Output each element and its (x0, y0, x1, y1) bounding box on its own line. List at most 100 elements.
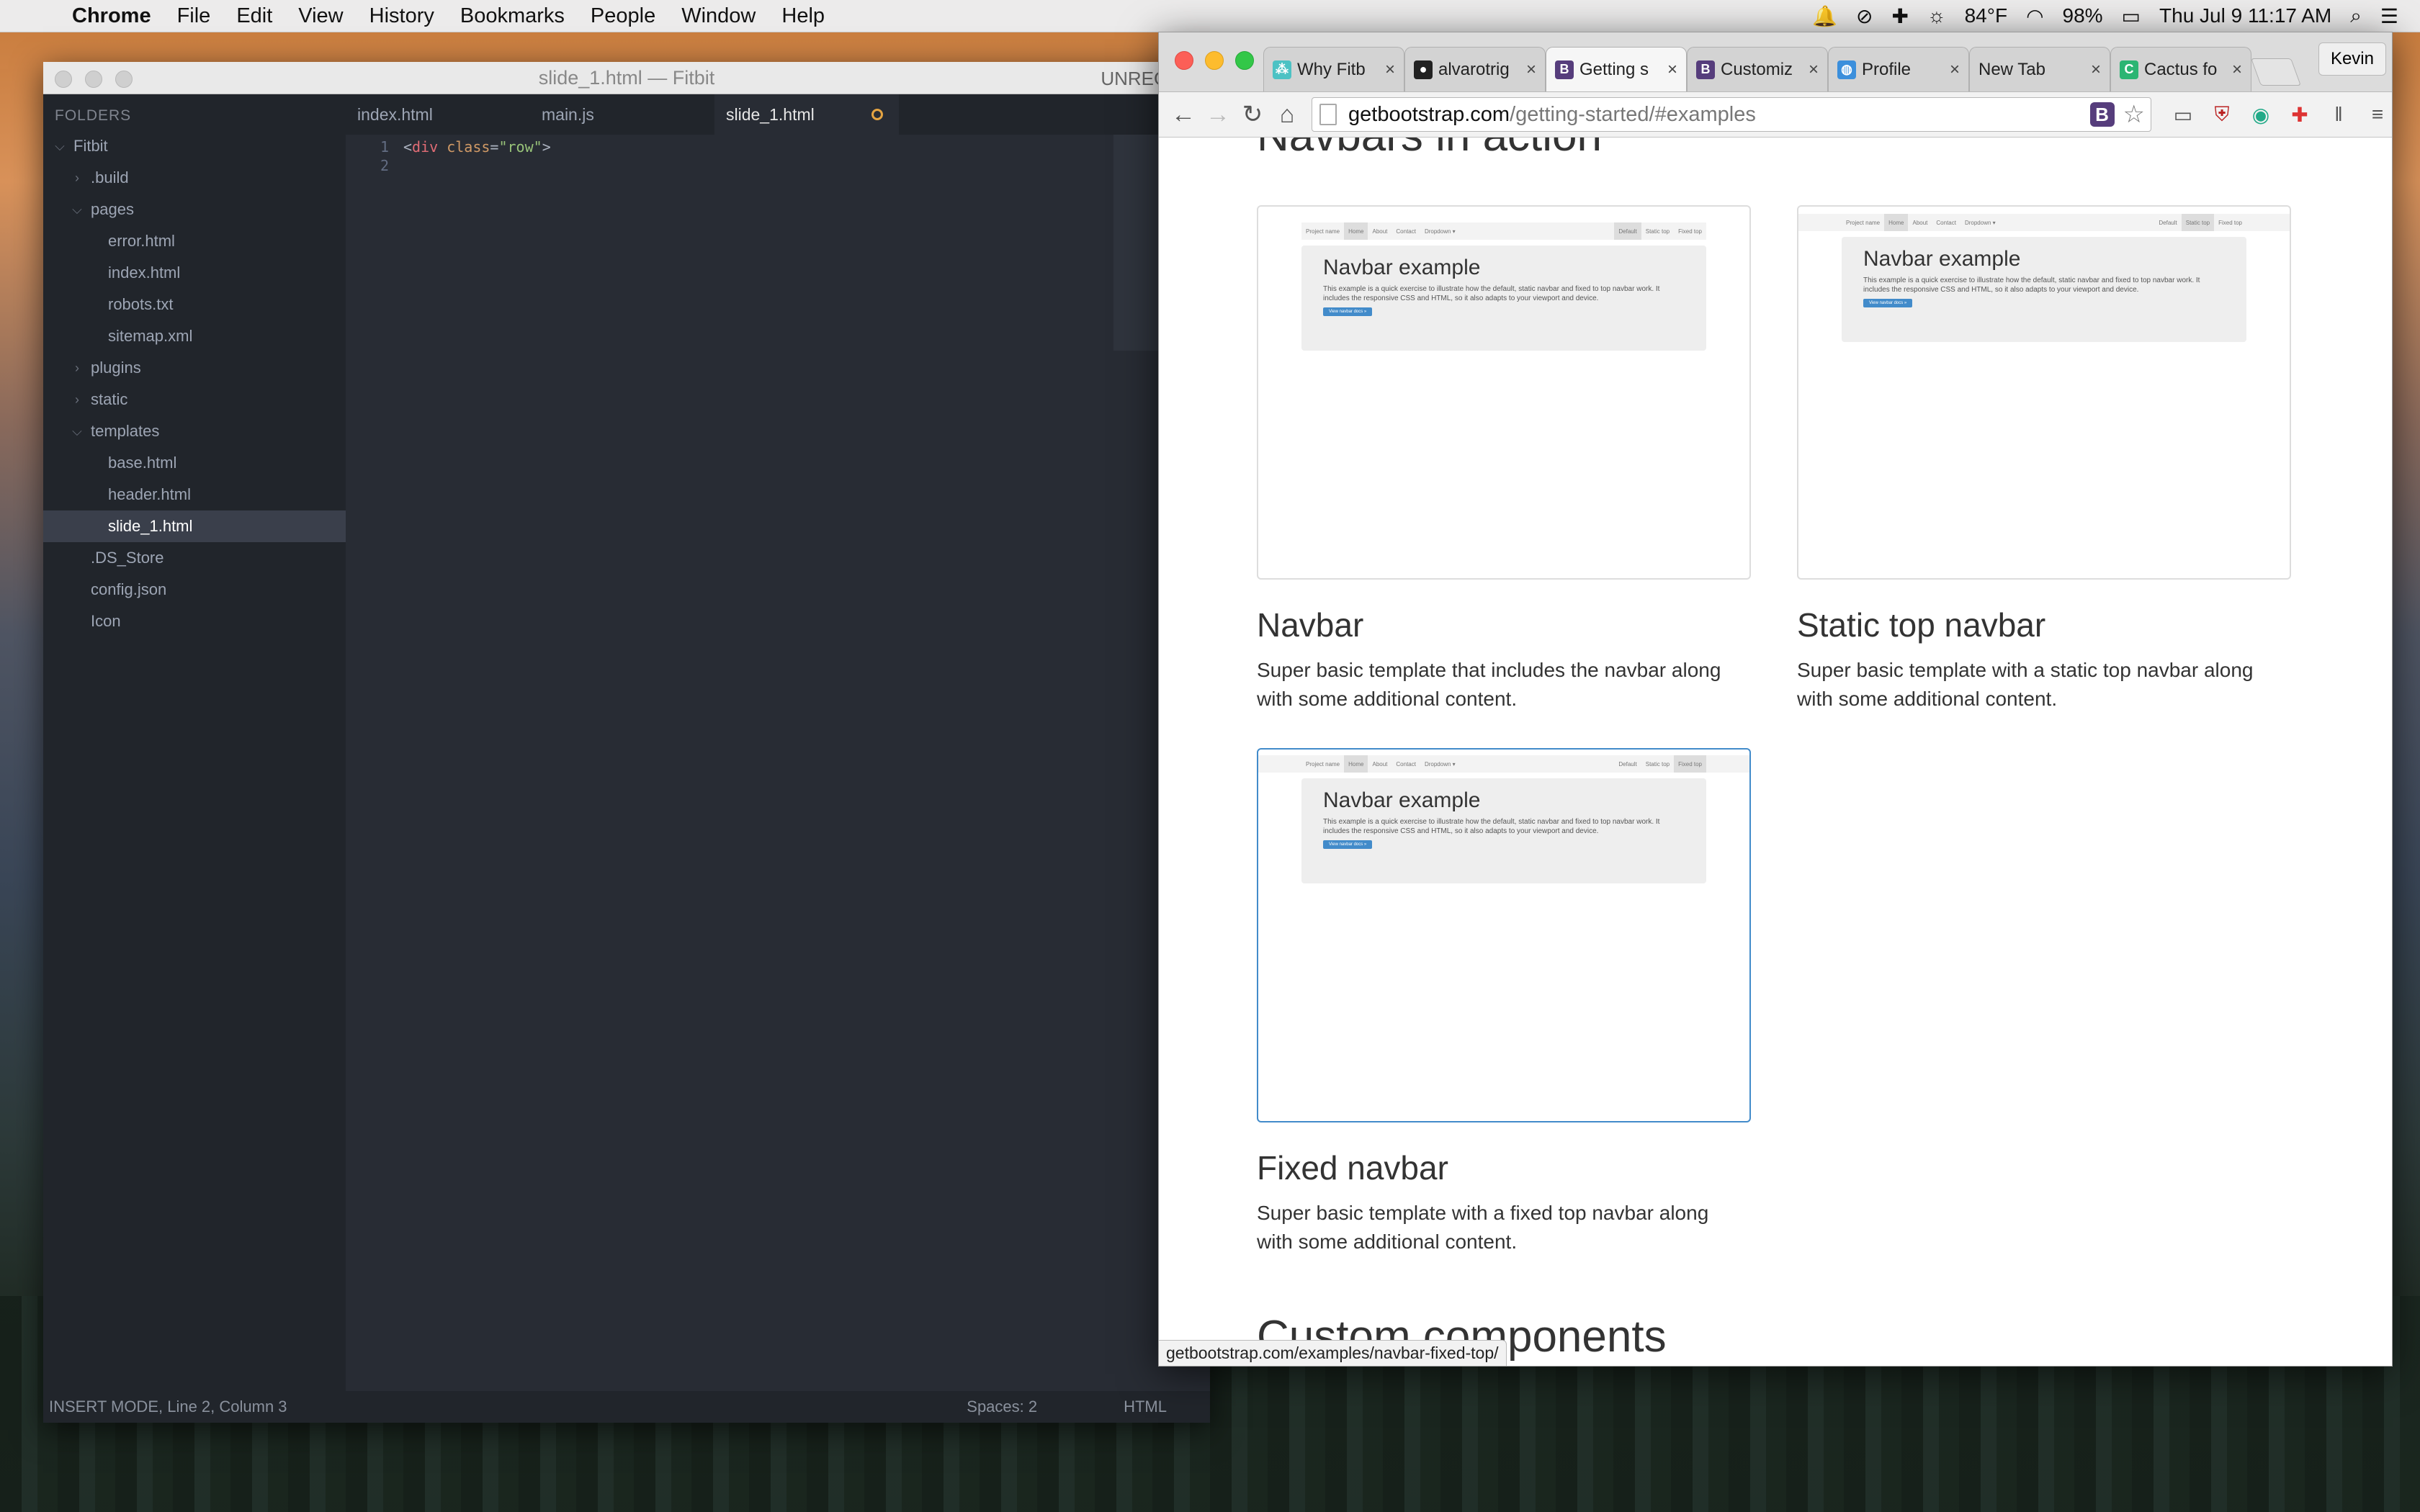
example-thumbnail-navbar[interactable]: Project name Home About Contact Dropdown… (1257, 205, 1751, 580)
profile-button[interactable]: Kevin (2318, 42, 2386, 76)
bookmark-star-icon[interactable]: ☆ (2123, 100, 2145, 129)
menu-edit[interactable]: Edit (223, 4, 285, 28)
extension-bars-icon[interactable]: ‖ (2324, 100, 2353, 129)
example-thumbnail-static-top[interactable]: Project name Home About Contact Dropdown… (1797, 205, 2291, 580)
chevron-right-icon[interactable]: › (69, 392, 85, 408)
minimize-button[interactable] (1205, 51, 1224, 70)
browser-tab[interactable]: B Customiz × (1687, 47, 1828, 91)
menu-app-name[interactable]: Chrome (59, 4, 164, 28)
example-desc-line: with some additional content. (1797, 688, 2058, 710)
example-title[interactable]: Navbar (1257, 606, 1363, 644)
address-bar[interactable]: getbootstrap.com/getting-started/#exampl… (1312, 97, 2151, 132)
zoom-button[interactable] (115, 71, 133, 88)
close-tab-icon[interactable]: × (1385, 60, 1395, 80)
browser-tab[interactable]: C Cactus fo × (2110, 47, 2251, 91)
tree-item[interactable]: › static (43, 384, 346, 415)
tree-item[interactable]: robots.txt (43, 289, 346, 320)
home-icon[interactable]: ⌂ (1270, 97, 1304, 132)
close-tab-icon[interactable]: × (2091, 60, 2101, 80)
browser-tab[interactable]: B Getting s × (1546, 47, 1687, 91)
back-arrow-icon[interactable]: ← (1166, 97, 1201, 132)
editor-tabbar: index.html main.js slide_1.html (346, 94, 1210, 135)
mini-link: Static top (2181, 214, 2215, 231)
menu-window[interactable]: Window (668, 4, 768, 28)
notification-center-icon[interactable]: ☰ (2380, 4, 2398, 28)
tree-item[interactable]: sitemap.xml (43, 320, 346, 352)
menu-help[interactable]: Help (768, 4, 838, 28)
tab-slide-1-html[interactable]: slide_1.html (714, 94, 899, 135)
menu-bar: Chrome File Edit View History Bookmarks … (0, 0, 2420, 32)
tree-item[interactable]: error.html (43, 225, 346, 257)
browser-tab[interactable]: ◍ Profile × (1828, 47, 1969, 91)
notification-icon[interactable]: 🔔 (1812, 4, 1837, 28)
mini-link: Contact (1396, 760, 1416, 768)
status-syntax[interactable]: HTML (1124, 1398, 1167, 1416)
close-button[interactable] (55, 71, 72, 88)
tree-item-label: robots.txt (108, 295, 174, 313)
close-button[interactable] (1175, 51, 1193, 70)
battery-icon[interactable]: ▭ (2122, 4, 2141, 28)
close-tab-icon[interactable]: × (1950, 60, 1960, 80)
browser-tab[interactable]: ⁂ Why Fitb × (1263, 47, 1404, 91)
page-viewport[interactable]: Navbars in action Project name Home Abou… (1159, 138, 2392, 1366)
example-thumbnail-fixed[interactable]: Project name Home About Contact Dropdown… (1257, 748, 1751, 1122)
close-tab-icon[interactable]: × (1809, 60, 1819, 80)
tree-item[interactable]: › .build (43, 162, 346, 194)
new-tab-button[interactable] (2251, 58, 2301, 86)
chevron-down-icon[interactable]: ⌵ (52, 139, 68, 154)
tree-item[interactable]: ⌵ templates (43, 415, 346, 447)
tree-item[interactable]: slide_1.html (43, 510, 346, 542)
close-tab-icon[interactable]: × (1667, 60, 1677, 80)
chevron-down-icon[interactable]: ⌵ (69, 424, 85, 439)
weather-icon[interactable]: ☼ (1927, 4, 1946, 27)
tab-index-html[interactable]: index.html (346, 94, 530, 135)
battery-percent[interactable]: 98% (2063, 4, 2103, 27)
close-tab-icon[interactable]: × (1526, 60, 1536, 80)
do-not-disturb-icon[interactable]: ⊘ (1856, 4, 1873, 28)
minimize-button[interactable] (85, 71, 102, 88)
mini-link: Home (1344, 755, 1368, 773)
ublock-icon[interactable]: ⛨ (2208, 100, 2236, 129)
reload-icon[interactable]: ↻ (1235, 97, 1270, 132)
spotlight-search-icon[interactable]: ⌕ (2350, 4, 2362, 28)
forward-arrow-icon[interactable]: → (1201, 97, 1235, 132)
extension-m-icon[interactable]: ◉ (2246, 100, 2275, 129)
bootstrap-extension-icon[interactable]: B (2089, 102, 2115, 127)
wifi-icon[interactable]: ◠ (2026, 4, 2043, 28)
extension-cross-icon[interactable]: ✚ (2285, 100, 2314, 129)
chrome-menu-icon[interactable]: ≡ (2363, 100, 2392, 129)
code-area[interactable]: 1 2 <div class="row"> (346, 135, 1210, 1391)
browser-tab[interactable]: New Tab × (1969, 47, 2110, 91)
chevron-right-icon[interactable]: › (69, 361, 85, 376)
weather-temp[interactable]: 84°F (1965, 4, 2007, 27)
menu-bookmarks[interactable]: Bookmarks (447, 4, 578, 28)
menu-history[interactable]: History (357, 4, 447, 28)
tree-item-label: plugins (91, 359, 141, 377)
tree-item[interactable]: .DS_Store (43, 542, 346, 574)
tree-item[interactable]: Icon (43, 606, 346, 637)
example-desc-line: Super basic template that includes the n… (1257, 659, 1721, 681)
menu-people[interactable]: People (578, 4, 668, 28)
close-tab-icon[interactable]: × (2232, 60, 2242, 80)
tree-item[interactable]: base.html (43, 447, 346, 479)
example-title[interactable]: Static top navbar (1797, 606, 2045, 644)
browser-tab[interactable]: ● alvarotrig × (1404, 47, 1546, 91)
chevron-right-icon[interactable]: › (69, 171, 85, 186)
tree-item[interactable]: config.json (43, 574, 346, 606)
status-spaces[interactable]: Spaces: 2 (967, 1398, 1037, 1416)
plus-cross-icon[interactable]: ✚ (1891, 4, 1908, 28)
example-title[interactable]: Fixed navbar (1257, 1148, 1448, 1187)
zoom-button[interactable] (1235, 51, 1254, 70)
menu-view[interactable]: View (285, 4, 356, 28)
tree-item[interactable]: ⌵ pages (43, 194, 346, 225)
tree-item[interactable]: › plugins (43, 352, 346, 384)
tree-item[interactable]: ⌵ Fitbit (43, 130, 346, 162)
tree-item[interactable]: header.html (43, 479, 346, 510)
menu-file[interactable]: File (164, 4, 224, 28)
sidebar: FOLDERS ⌵ Fitbit › .build ⌵ pages error.html in… (43, 94, 346, 1391)
tab-main-js[interactable]: main.js (530, 94, 714, 135)
cast-icon[interactable]: ▭ (2169, 100, 2197, 129)
clock[interactable]: Thu Jul 9 11:17 AM (2159, 4, 2331, 27)
tree-item[interactable]: index.html (43, 257, 346, 289)
chevron-down-icon[interactable]: ⌵ (69, 202, 85, 217)
